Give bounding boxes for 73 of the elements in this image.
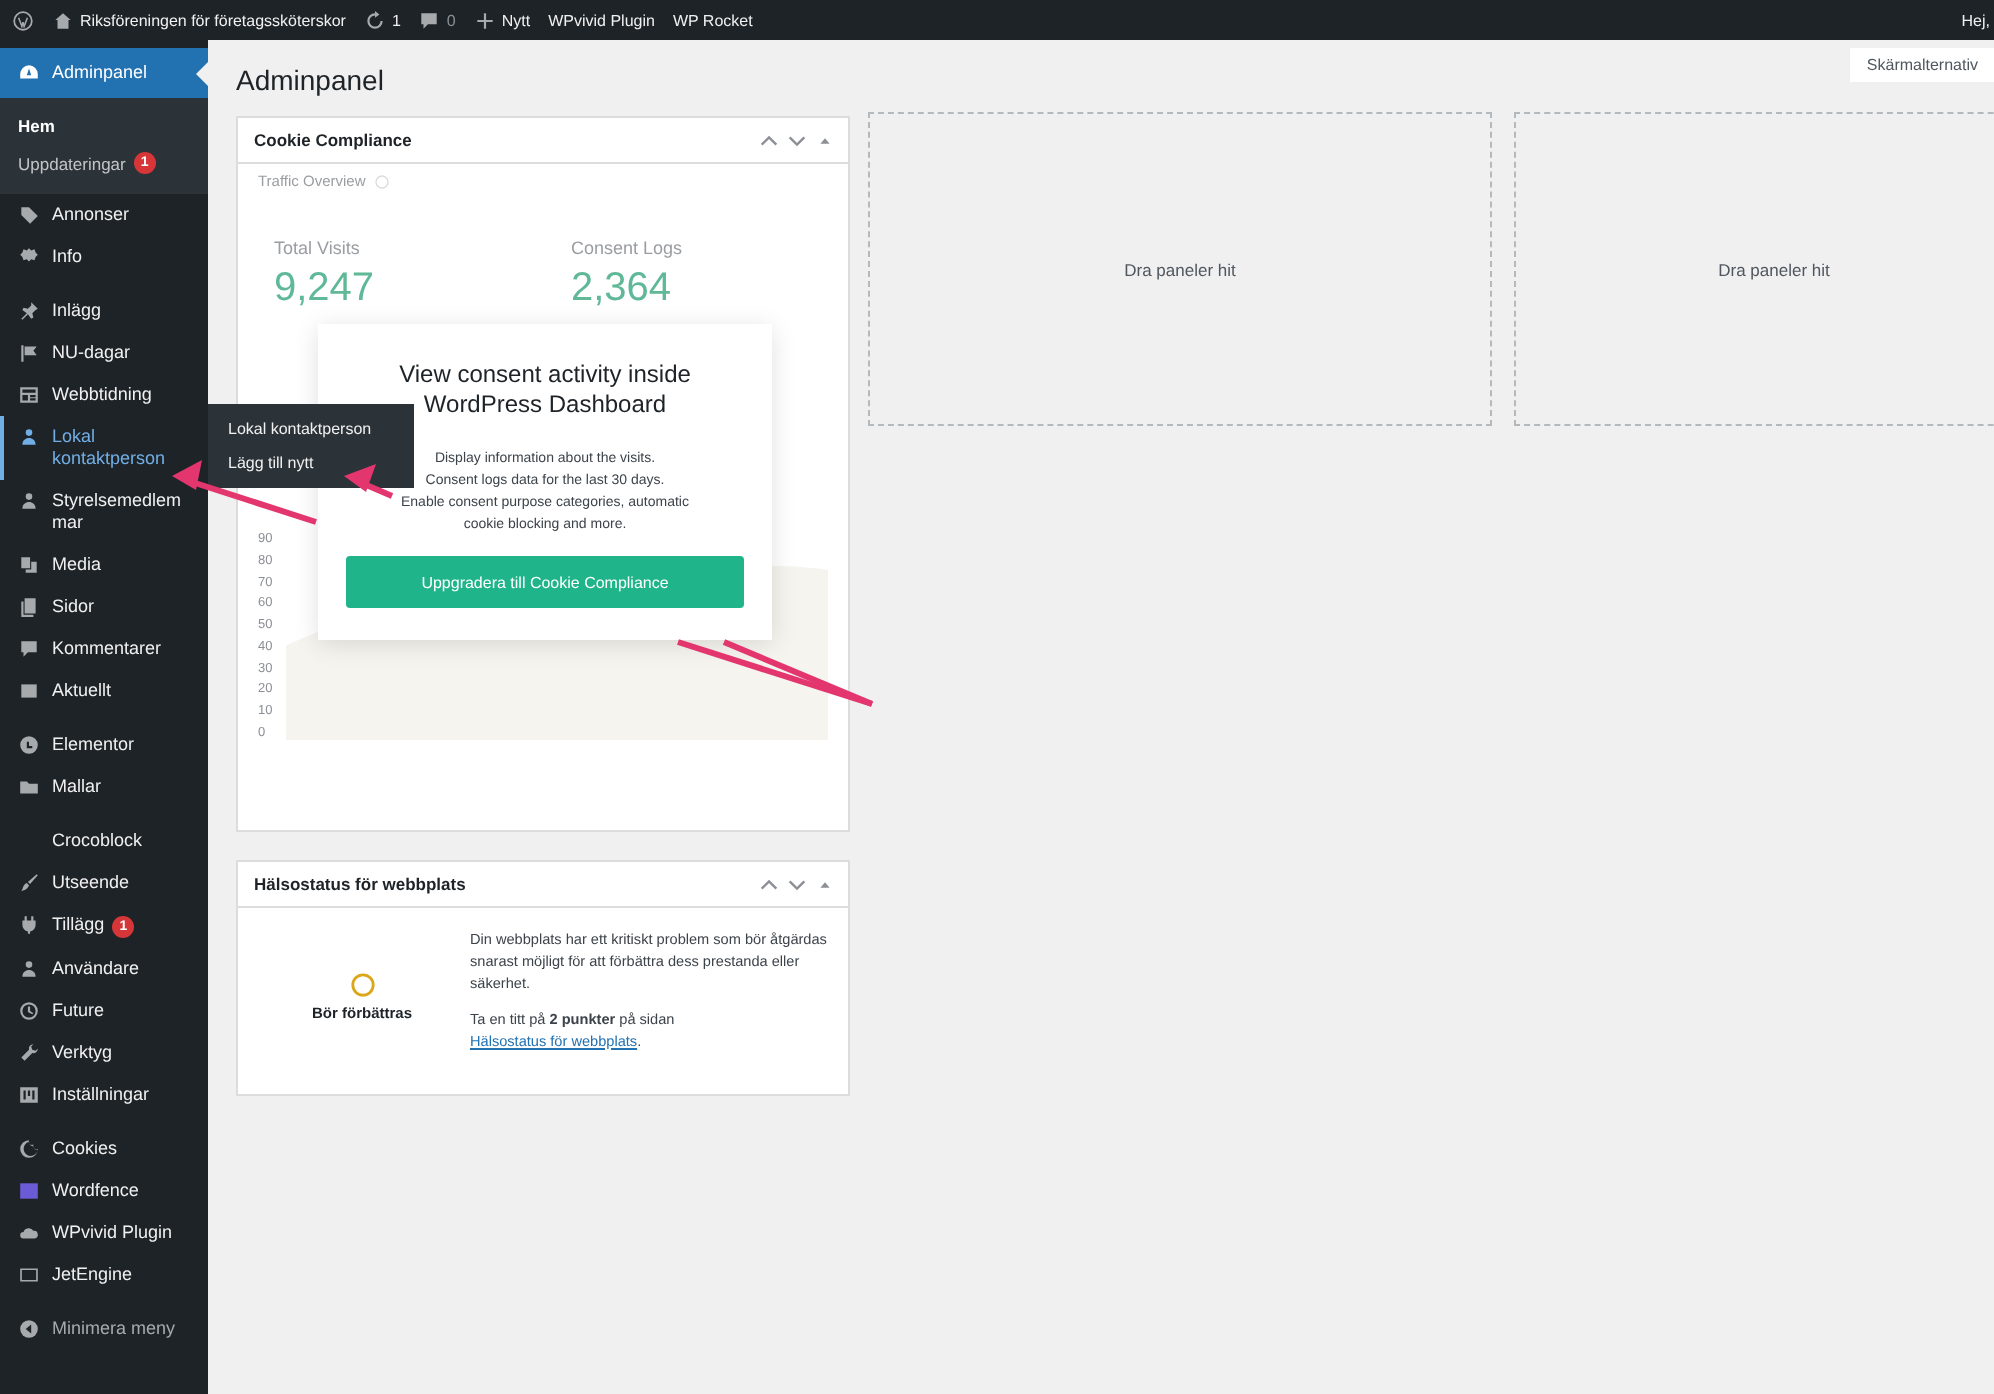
stat-value: 2,364 bbox=[571, 266, 674, 312]
menu-item[interactable]: Verktyg bbox=[0, 1032, 208, 1074]
menu-item[interactable]: Elementor bbox=[0, 724, 208, 766]
new-link[interactable]: Nytt bbox=[501, 11, 531, 29]
newspaper-icon bbox=[18, 384, 40, 406]
menu-item[interactable]: Media bbox=[0, 544, 208, 586]
updates-count[interactable]: 1 bbox=[391, 11, 401, 29]
menu-item[interactable]: Future bbox=[0, 990, 208, 1032]
info-icon bbox=[373, 173, 390, 189]
annotation-arrow bbox=[344, 464, 394, 499]
admin-bar-link[interactable]: WP Rocket bbox=[672, 11, 753, 29]
flyout-item[interactable]: Lägg till nytt bbox=[208, 446, 414, 480]
menu-item[interactable]: Mallar bbox=[0, 766, 208, 808]
menu-item[interactable]: Info bbox=[0, 236, 208, 278]
stat-value: 9,247 bbox=[274, 266, 377, 312]
menu-item[interactable]: Wordfence bbox=[0, 1170, 208, 1212]
collapse-icon bbox=[18, 1318, 40, 1340]
cloud-icon bbox=[18, 1222, 40, 1244]
menu-item[interactable]: Utseende bbox=[0, 862, 208, 904]
site-name-link[interactable]: Riksföreningen för företagssköterskor bbox=[80, 11, 346, 29]
widget-title: Hälsostatus för webbplats bbox=[254, 874, 466, 894]
menu-item[interactable]: Crocoblock bbox=[0, 820, 208, 862]
square-icon bbox=[18, 680, 40, 702]
plus-icon[interactable] bbox=[473, 9, 496, 31]
screen-options-tab[interactable]: Skärmalternativ bbox=[1850, 48, 1994, 82]
brush-icon bbox=[18, 872, 40, 894]
drop-zone-label: Dra paneler hit bbox=[1718, 259, 1830, 279]
menu-item[interactable]: Aktuellt bbox=[0, 670, 208, 712]
menu-item[interactable]: Kommentarer bbox=[0, 628, 208, 670]
submenu-item[interactable]: Hem bbox=[0, 108, 208, 144]
home-icon[interactable] bbox=[52, 9, 74, 31]
folder-icon bbox=[18, 776, 40, 798]
wrench-icon bbox=[18, 1042, 40, 1064]
person-icon bbox=[18, 958, 40, 980]
pin-icon bbox=[18, 300, 40, 322]
menu-item[interactable]: JetEngine bbox=[0, 1254, 208, 1296]
stat-label: Consent Logs bbox=[571, 238, 685, 258]
clock-icon bbox=[18, 1000, 40, 1022]
collapse-menu-button[interactable]: Minimera meny bbox=[0, 1308, 208, 1350]
tag-icon bbox=[18, 204, 40, 226]
admin-bar-link[interactable]: WPvivid Plugin bbox=[548, 11, 655, 29]
status-ring-icon bbox=[349, 972, 375, 998]
comments-count[interactable]: 0 bbox=[446, 11, 456, 29]
person-icon bbox=[18, 490, 40, 512]
menu-item[interactable]: Annonser bbox=[0, 194, 208, 236]
menu-item[interactable]: Cookies bbox=[0, 1128, 208, 1170]
person-icon bbox=[18, 426, 40, 448]
menu-item[interactable]: Webbtidning bbox=[0, 374, 208, 416]
greeting-link[interactable]: Hej, bbox=[1961, 11, 1990, 29]
menu-item[interactable]: Inlägg bbox=[0, 290, 208, 332]
pages-icon bbox=[18, 596, 40, 618]
menu-item[interactable]: Inställningar bbox=[0, 1074, 208, 1116]
menu-item[interactable]: Lokal kontaktperson bbox=[0, 416, 208, 480]
drop-zone-label: Dra paneler hit bbox=[1124, 259, 1236, 279]
widget-title: Cookie Compliance bbox=[254, 130, 412, 150]
menu-item[interactable]: Adminpanel bbox=[0, 48, 208, 98]
square-icon bbox=[18, 1180, 40, 1202]
menu-item[interactable]: WPvivid Plugin bbox=[0, 1212, 208, 1254]
plug-icon bbox=[18, 914, 40, 936]
menu-item[interactable]: NU-dagar bbox=[0, 332, 208, 374]
media-icon bbox=[18, 554, 40, 576]
page-title: Adminpanel bbox=[236, 64, 384, 96]
wordpress-logo-icon[interactable] bbox=[12, 9, 34, 31]
comment-icon[interactable] bbox=[418, 9, 441, 31]
stat-label: Total Visits bbox=[274, 238, 362, 258]
menu-item[interactable]: Sidor bbox=[0, 586, 208, 628]
comment-icon bbox=[18, 638, 40, 660]
refresh-icon[interactable] bbox=[363, 9, 386, 31]
menu-item[interactable]: Användare bbox=[0, 948, 208, 990]
flag-icon bbox=[18, 342, 40, 364]
menu-item[interactable]: Styrelsemedlemmar bbox=[0, 480, 208, 544]
sliders-icon bbox=[18, 1084, 40, 1106]
gauge-icon bbox=[18, 62, 40, 84]
